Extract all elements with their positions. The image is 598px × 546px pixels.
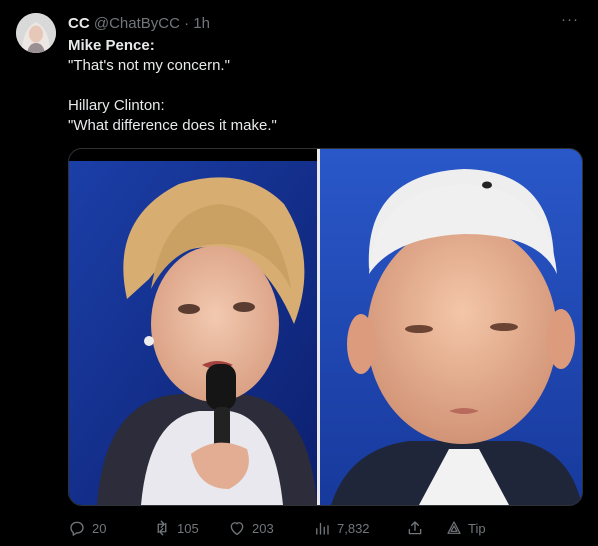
retweet-icon (153, 519, 171, 537)
reply-icon (68, 519, 86, 537)
views-button[interactable]: 7,832 (313, 517, 370, 539)
tip-button[interactable]: Tip (446, 517, 486, 539)
retweet-button[interactable]: 105 (153, 517, 199, 539)
reply-count: 20 (92, 520, 107, 536)
tweet-media-image[interactable] (68, 148, 583, 506)
separator-dot: · (184, 15, 190, 32)
tip-label: Tip (468, 520, 486, 536)
tweet-text-line: "What difference does it make." (68, 117, 277, 134)
tweet-text-line: Mike Pence: (68, 37, 155, 54)
share-button[interactable] (406, 517, 424, 539)
author-handle[interactable]: @ChatByCC (94, 15, 180, 32)
tweet-actions: 20 105 203 7,832 Tip (68, 517, 568, 539)
share-icon (406, 519, 424, 537)
tweet[interactable]: CC @ChatByCC · 1h ··· Mike Pence: "That'… (0, 0, 598, 546)
like-count: 203 (252, 520, 274, 536)
tweet-text-line: "That's not my concern." (68, 57, 230, 74)
tweet-text-line: Hillary Clinton: (68, 97, 165, 114)
reply-button[interactable]: 20 (68, 517, 106, 539)
avatar[interactable] (16, 13, 56, 53)
tweet-text: Mike Pence: "That's not my concern." Hil… (68, 36, 568, 136)
tip-icon (446, 520, 462, 536)
like-button[interactable]: 203 (228, 517, 274, 539)
retweet-count: 105 (177, 520, 199, 536)
heart-icon (228, 519, 246, 537)
more-options-icon[interactable]: ··· (560, 12, 580, 32)
author-name[interactable]: CC (68, 15, 90, 32)
views-count: 7,832 (337, 520, 370, 536)
views-chart-icon (313, 519, 331, 537)
tweet-header: CC @ChatByCC · 1h (68, 14, 210, 33)
timestamp[interactable]: 1h (193, 15, 210, 32)
